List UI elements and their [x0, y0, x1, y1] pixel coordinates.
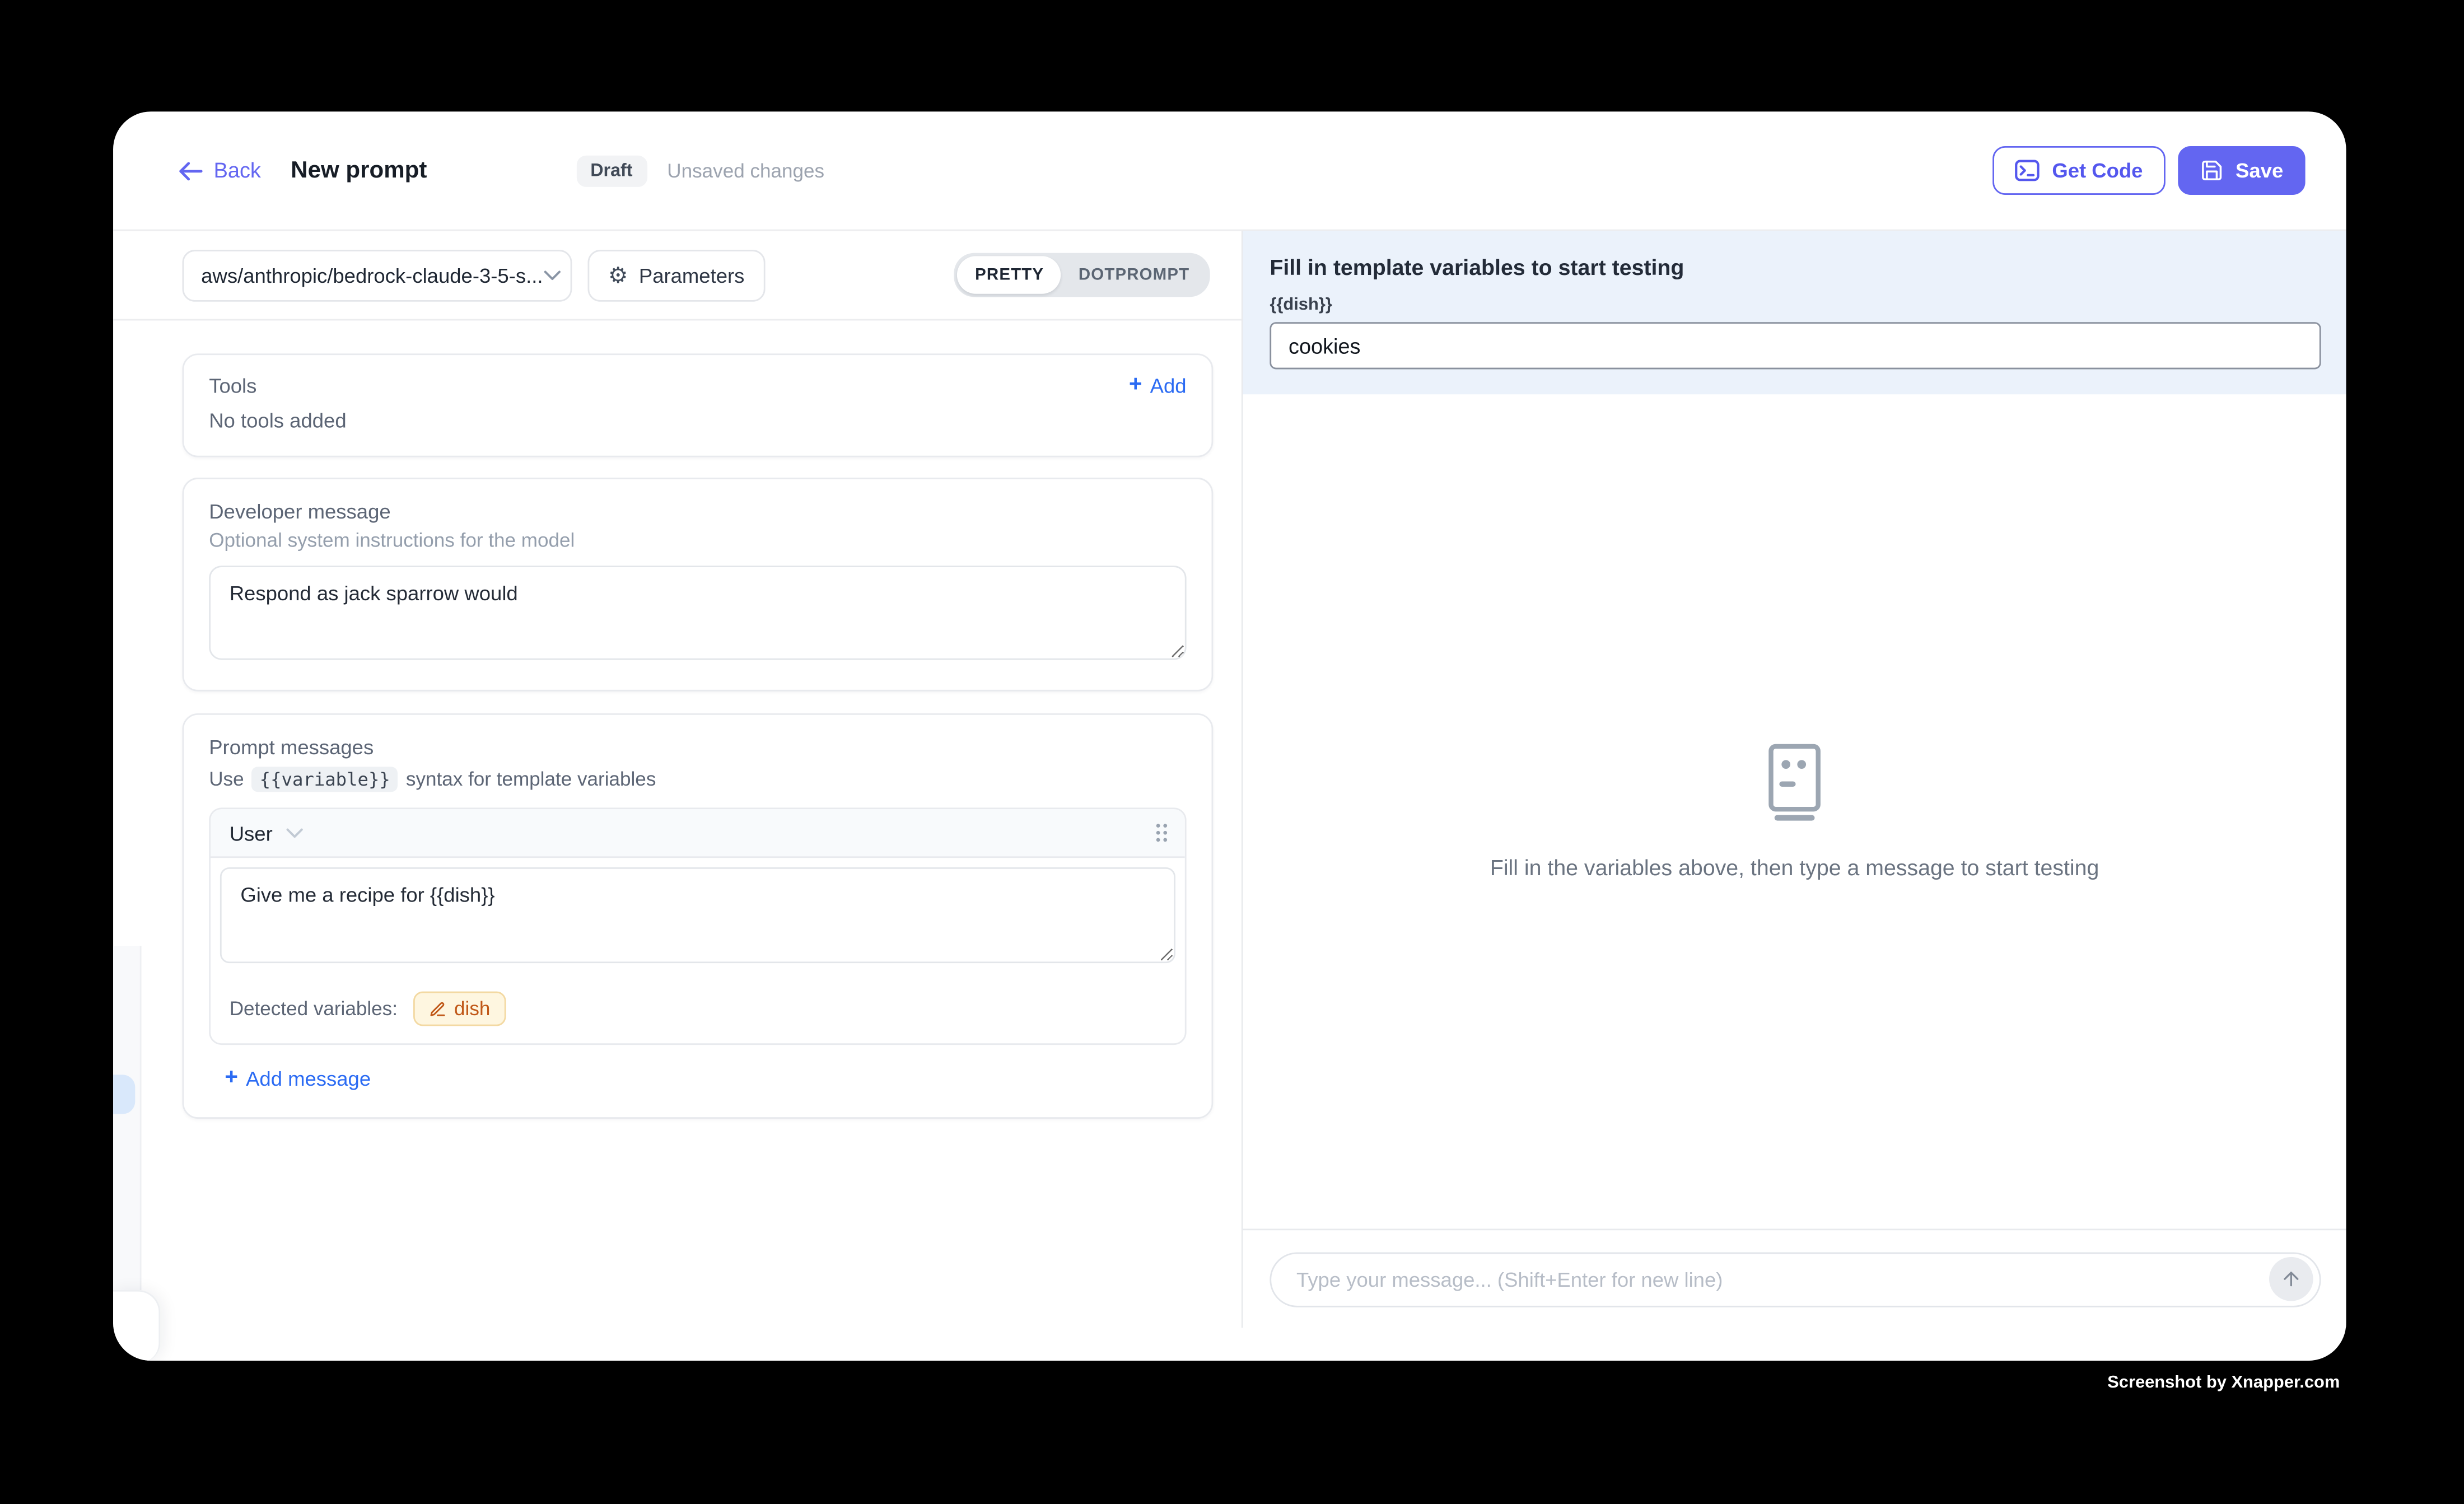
save-label: Save [2236, 158, 2283, 182]
sidebar-active-item[interactable] [113, 1075, 134, 1114]
tools-card: Tools + Add No tools added [183, 353, 1214, 457]
page-title: New prompt [291, 157, 427, 184]
variable-syntax-hint: Use {{variable}} syntax for template var… [209, 767, 1186, 792]
toggle-dotprompt[interactable]: DOTPROMPT [1061, 256, 1207, 293]
terminal-icon [2014, 158, 2040, 182]
parameters-button[interactable]: ⚙ Parameters [587, 249, 764, 301]
model-select-value: aws/anthropic/bedrock-claude-3-5-s... [201, 263, 543, 287]
view-mode-toggle: PRETTY DOTPROMPT [955, 253, 1210, 297]
message-body: Give me a recipe for {{dish}} [211, 858, 1185, 980]
add-tool-button[interactable]: + Add [1129, 374, 1187, 398]
model-toolbar: aws/anthropic/bedrock-claude-3-5-s... ⚙ … [113, 231, 1242, 320]
detected-variables-row: Detected variables: dish [211, 980, 1185, 1043]
chat-input-bar [1243, 1229, 2346, 1328]
developer-message-title: Developer message [209, 499, 1186, 523]
arrow-up-icon [2280, 1268, 2302, 1290]
chevron-down-icon [287, 827, 304, 838]
add-tool-label: Add [1150, 374, 1187, 398]
chat-input-container [1270, 1251, 2321, 1306]
main-content: aws/anthropic/bedrock-claude-3-5-s... ⚙ … [113, 231, 2346, 1328]
chat-message-input[interactable] [1293, 1265, 2269, 1292]
header: Back New prompt Draft Unsaved changes Ge… [113, 111, 2346, 231]
editor-scroll-area: Tools + Add No tools added Developer mes… [113, 320, 1242, 1328]
gear-icon: ⚙ [608, 264, 628, 286]
back-button[interactable]: Back [178, 158, 261, 182]
parameters-label: Parameters [639, 263, 745, 287]
app-window: Back New prompt Draft Unsaved changes Ge… [113, 111, 2346, 1361]
hint-suffix: syntax for template variables [406, 768, 656, 790]
pencil-icon [429, 1000, 446, 1017]
variable-badge-label: dish [454, 998, 490, 1020]
status-badge: Draft [576, 155, 647, 186]
robot-face-icon [1760, 743, 1829, 821]
message-header: User [211, 809, 1185, 858]
role-select[interactable]: User [230, 821, 304, 844]
role-select-value: User [230, 821, 273, 844]
developer-message-card: Developer message Optional system instru… [183, 478, 1214, 692]
test-panel: Fill in template variables to start test… [1242, 231, 2346, 1328]
developer-message-input[interactable]: Respond as jack sparrow would [209, 566, 1186, 660]
empty-state-text: Fill in the variables above, then type a… [1490, 855, 2099, 880]
drag-handle-icon[interactable] [1154, 822, 1169, 844]
clipped-popover [113, 1290, 160, 1361]
prompt-messages-title: Prompt messages [209, 735, 1186, 759]
plus-icon: + [225, 1067, 238, 1090]
prompt-message-input[interactable]: Give me a recipe for {{dish}} [220, 867, 1175, 963]
detected-variables-label: Detected variables: [230, 998, 398, 1020]
chevron-down-icon [543, 269, 561, 281]
save-button[interactable]: Save [2177, 146, 2305, 195]
variable-dish-label: {{dish}} [1270, 296, 2321, 315]
sidebar-sliver [113, 946, 141, 1290]
variables-banner-title: Fill in template variables to start test… [1270, 255, 2321, 280]
send-button[interactable] [2269, 1257, 2313, 1301]
save-icon [2200, 158, 2223, 182]
add-message-button[interactable]: + Add message [225, 1067, 371, 1090]
back-arrow-icon [178, 161, 203, 180]
get-code-button[interactable]: Get Code [1992, 146, 2165, 195]
plus-icon: + [1129, 375, 1142, 398]
screenshot-stage: Back New prompt Draft Unsaved changes Ge… [0, 0, 2464, 1504]
variable-badge-dish[interactable]: dish [413, 992, 506, 1026]
prompt-messages-card: Prompt messages Use {{variable}} syntax … [183, 713, 1214, 1119]
tools-title: Tools [209, 374, 256, 398]
tools-empty-state: No tools added [209, 409, 1186, 432]
get-code-label: Get Code [2052, 158, 2143, 182]
message-block: User Give me a recipe for {{dish}} [209, 807, 1186, 1045]
variable-syntax-chip: {{variable}} [252, 767, 398, 792]
toggle-pretty[interactable]: PRETTY [958, 256, 1061, 293]
variables-banner: Fill in template variables to start test… [1243, 231, 2346, 394]
hint-prefix: Use [209, 768, 244, 790]
conversation-area: Fill in the variables above, then type a… [1243, 394, 2346, 1229]
add-message-label: Add message [246, 1067, 371, 1090]
prompt-editor-panel: aws/anthropic/bedrock-claude-3-5-s... ⚙ … [113, 231, 1242, 1328]
back-label: Back [214, 158, 261, 182]
unsaved-changes-label: Unsaved changes [667, 160, 824, 181]
variable-dish-input[interactable] [1270, 322, 2321, 369]
developer-message-subtitle: Optional system instructions for the mod… [209, 530, 1186, 552]
model-select[interactable]: aws/anthropic/bedrock-claude-3-5-s... [183, 249, 572, 301]
watermark: Screenshot by Xnapper.com [2107, 1374, 2340, 1393]
